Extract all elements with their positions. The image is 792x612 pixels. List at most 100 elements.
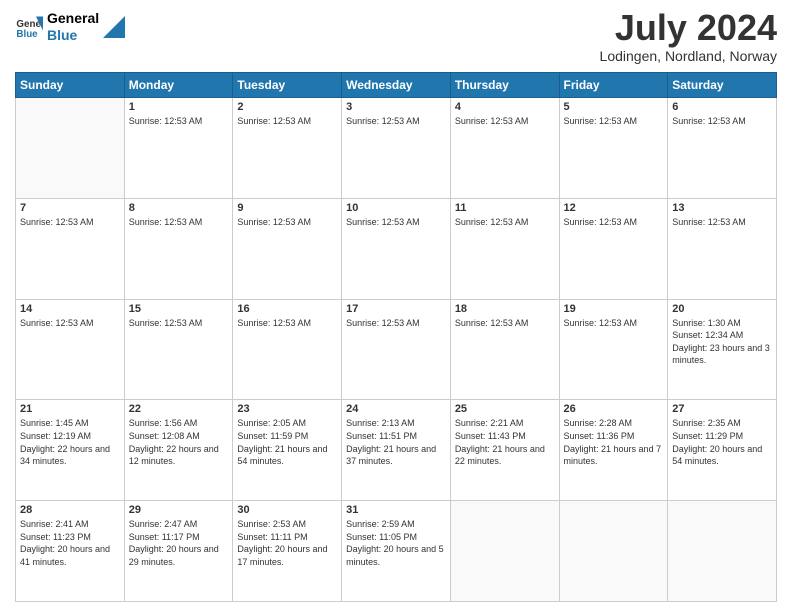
calendar-cell: 7Sunrise: 12:53 AM [16, 198, 125, 299]
day-number: 29 [129, 504, 229, 516]
title-block: July 2024 Lodingen, Nordland, Norway [600, 10, 777, 64]
day-number: 20 [672, 303, 772, 315]
calendar-cell [559, 501, 668, 602]
calendar-cell: 28Sunrise: 2:41 AM Sunset: 11:23 PM Dayl… [16, 501, 125, 602]
day-number: 21 [20, 403, 120, 415]
calendar-cell: 15 Sunrise: 12:53 AM [124, 299, 233, 400]
svg-text:Blue: Blue [16, 29, 38, 40]
weekday-header-saturday: Saturday [668, 73, 777, 98]
calendar-cell: 19Sunrise: 12:53 AM [559, 299, 668, 400]
calendar-cell: 13 Sunrise: 12:53 AM [668, 198, 777, 299]
day-info: Sunrise: 2:47 AM Sunset: 11:17 PM Daylig… [129, 518, 229, 568]
day-info: Sunrise: 12:53 AM [346, 317, 446, 330]
day-number: 26 [564, 403, 664, 415]
day-info: Sunrise: 12:53 AM [672, 115, 772, 128]
day-info: Sunrise: 12:53 AM [346, 216, 446, 229]
day-number: 31 [346, 504, 446, 516]
day-info: Sunrise: 12:53 AM [455, 216, 555, 229]
day-number: 9 [237, 202, 337, 214]
header: General Blue General Blue July 2024 Lodi… [15, 10, 777, 64]
calendar-cell: 17 Sunrise: 12:53 AM [342, 299, 451, 400]
weekday-header-monday: Monday [124, 73, 233, 98]
day-number: 10 [346, 202, 446, 214]
weekday-header-row: SundayMondayTuesdayWednesdayThursdayFrid… [16, 73, 777, 98]
location-title: Lodingen, Nordland, Norway [600, 48, 777, 64]
day-info: Sunrise: 12:53 AM [455, 115, 555, 128]
calendar-cell: 11 Sunrise: 12:53 AM [450, 198, 559, 299]
month-title: July 2024 [600, 10, 777, 46]
calendar-cell: 30 Sunrise: 2:53 AM Sunset: 11:11 PM Dayl… [233, 501, 342, 602]
logo-icon: General Blue [15, 13, 43, 41]
calendar-cell: 18 Sunrise: 12:53 AM [450, 299, 559, 400]
day-info: Sunrise: 2:59 AM Sunset: 11:05 PM Daylig… [346, 518, 446, 568]
day-number: 12 [564, 202, 664, 214]
calendar-cell [16, 98, 125, 199]
day-info: Sunrise: 12:53 AM [672, 216, 772, 229]
day-info: Sunrise: 2:13 AM Sunset: 11:51 PM Daylig… [346, 417, 446, 467]
calendar-cell: 1Sunrise: 12:53 AM [124, 98, 233, 199]
calendar-cell: 29 Sunrise: 2:47 AM Sunset: 11:17 PM Dayl… [124, 501, 233, 602]
calendar-cell: 21 Sunrise: 1:45 AM Sunset: 12:19 AM Dayl… [16, 400, 125, 501]
logo-blue-text: Blue [47, 27, 99, 44]
day-info: Sunrise: 12:53 AM [237, 317, 337, 330]
calendar-cell: 6 Sunrise: 12:53 AM [668, 98, 777, 199]
day-info: Sunrise: 12:53 AM [20, 317, 120, 330]
calendar-cell: 8Sunrise: 12:53 AM [124, 198, 233, 299]
calendar-cell: 2Sunrise: 12:53 AM [233, 98, 342, 199]
day-number: 25 [455, 403, 555, 415]
calendar-cell: 14 Sunrise: 12:53 AM [16, 299, 125, 400]
day-info: Sunrise: 12:53 AM [129, 216, 229, 229]
week-row-0: 1Sunrise: 12:53 AM2Sunrise: 12:53 AM3Sun… [16, 98, 777, 199]
weekday-header-sunday: Sunday [16, 73, 125, 98]
week-row-4: 28Sunrise: 2:41 AM Sunset: 11:23 PM Dayl… [16, 501, 777, 602]
day-number: 19 [564, 303, 664, 315]
calendar-cell: 25 Sunrise: 2:21 AM Sunset: 11:43 PM Dayl… [450, 400, 559, 501]
week-row-3: 21 Sunrise: 1:45 AM Sunset: 12:19 AM Dayl… [16, 400, 777, 501]
day-number: 1 [129, 101, 229, 113]
day-number: 14 [20, 303, 120, 315]
calendar-cell: 20Sunrise: 1:30 AM Sunset: 12:34 AM Dayl… [668, 299, 777, 400]
day-number: 22 [129, 403, 229, 415]
day-info: Sunrise: 12:53 AM [455, 317, 555, 330]
week-row-2: 14Sunrise: 12:53 AM15Sunrise: 12:53 AM16… [16, 299, 777, 400]
calendar-cell: 23 Sunrise: 2:05 AM Sunset: 11:59 PM Dayl… [233, 400, 342, 501]
weekday-header-thursday: Thursday [450, 73, 559, 98]
day-info: Sunrise: 12:53 AM [564, 115, 664, 128]
day-info: Sunrise: 12:53 AM [237, 115, 337, 128]
day-info: Sunrise: 12:53 AM [20, 216, 120, 229]
calendar-cell: 4 Sunrise: 12:53 AM [450, 98, 559, 199]
calendar-cell: 22Sunrise: 1:56 AM Sunset: 12:08 AM Dayl… [124, 400, 233, 501]
calendar-cell [450, 501, 559, 602]
day-number: 6 [672, 101, 772, 113]
day-info: Sunrise: 2:21 AM Sunset: 11:43 PM Daylig… [455, 417, 555, 467]
day-info: Sunrise: 1:45 AM Sunset: 12:19 AM Daylig… [20, 417, 120, 467]
day-number: 30 [237, 504, 337, 516]
day-info: Sunrise: 2:53 AM Sunset: 11:11 PM Daylig… [237, 518, 337, 568]
day-info: Sunrise: 12:53 AM [129, 317, 229, 330]
page: General Blue General Blue July 2024 Lodi… [0, 0, 792, 612]
calendar-cell: 24Sunrise: 2:13 AM Sunset: 11:51 PM Dayl… [342, 400, 451, 501]
day-number: 11 [455, 202, 555, 214]
calendar-cell: 3Sunrise: 12:53 AM [342, 98, 451, 199]
weekday-header-friday: Friday [559, 73, 668, 98]
calendar-cell: 26Sunrise: 2:28 AM Sunset: 11:36 PM Dayl… [559, 400, 668, 501]
day-number: 23 [237, 403, 337, 415]
day-number: 18 [455, 303, 555, 315]
day-info: Sunrise: 2:41 AM Sunset: 11:23 PM Daylig… [20, 518, 120, 568]
day-info: Sunrise: 2:05 AM Sunset: 11:59 PM Daylig… [237, 417, 337, 467]
calendar-body: 1Sunrise: 12:53 AM2Sunrise: 12:53 AM3Sun… [16, 98, 777, 602]
day-number: 4 [455, 101, 555, 113]
calendar-cell: 16Sunrise: 12:53 AM [233, 299, 342, 400]
calendar-cell: 10 Sunrise: 12:53 AM [342, 198, 451, 299]
logo-triangle-icon [103, 16, 125, 38]
day-number: 13 [672, 202, 772, 214]
day-number: 27 [672, 403, 772, 415]
calendar-cell: 9Sunrise: 12:53 AM [233, 198, 342, 299]
day-number: 17 [346, 303, 446, 315]
day-number: 15 [129, 303, 229, 315]
day-info: Sunrise: 12:53 AM [564, 216, 664, 229]
week-row-1: 7Sunrise: 12:53 AM8Sunrise: 12:53 AM9Sun… [16, 198, 777, 299]
day-info: Sunrise: 12:53 AM [346, 115, 446, 128]
calendar-cell: 5Sunrise: 12:53 AM [559, 98, 668, 199]
weekday-header-wednesday: Wednesday [342, 73, 451, 98]
